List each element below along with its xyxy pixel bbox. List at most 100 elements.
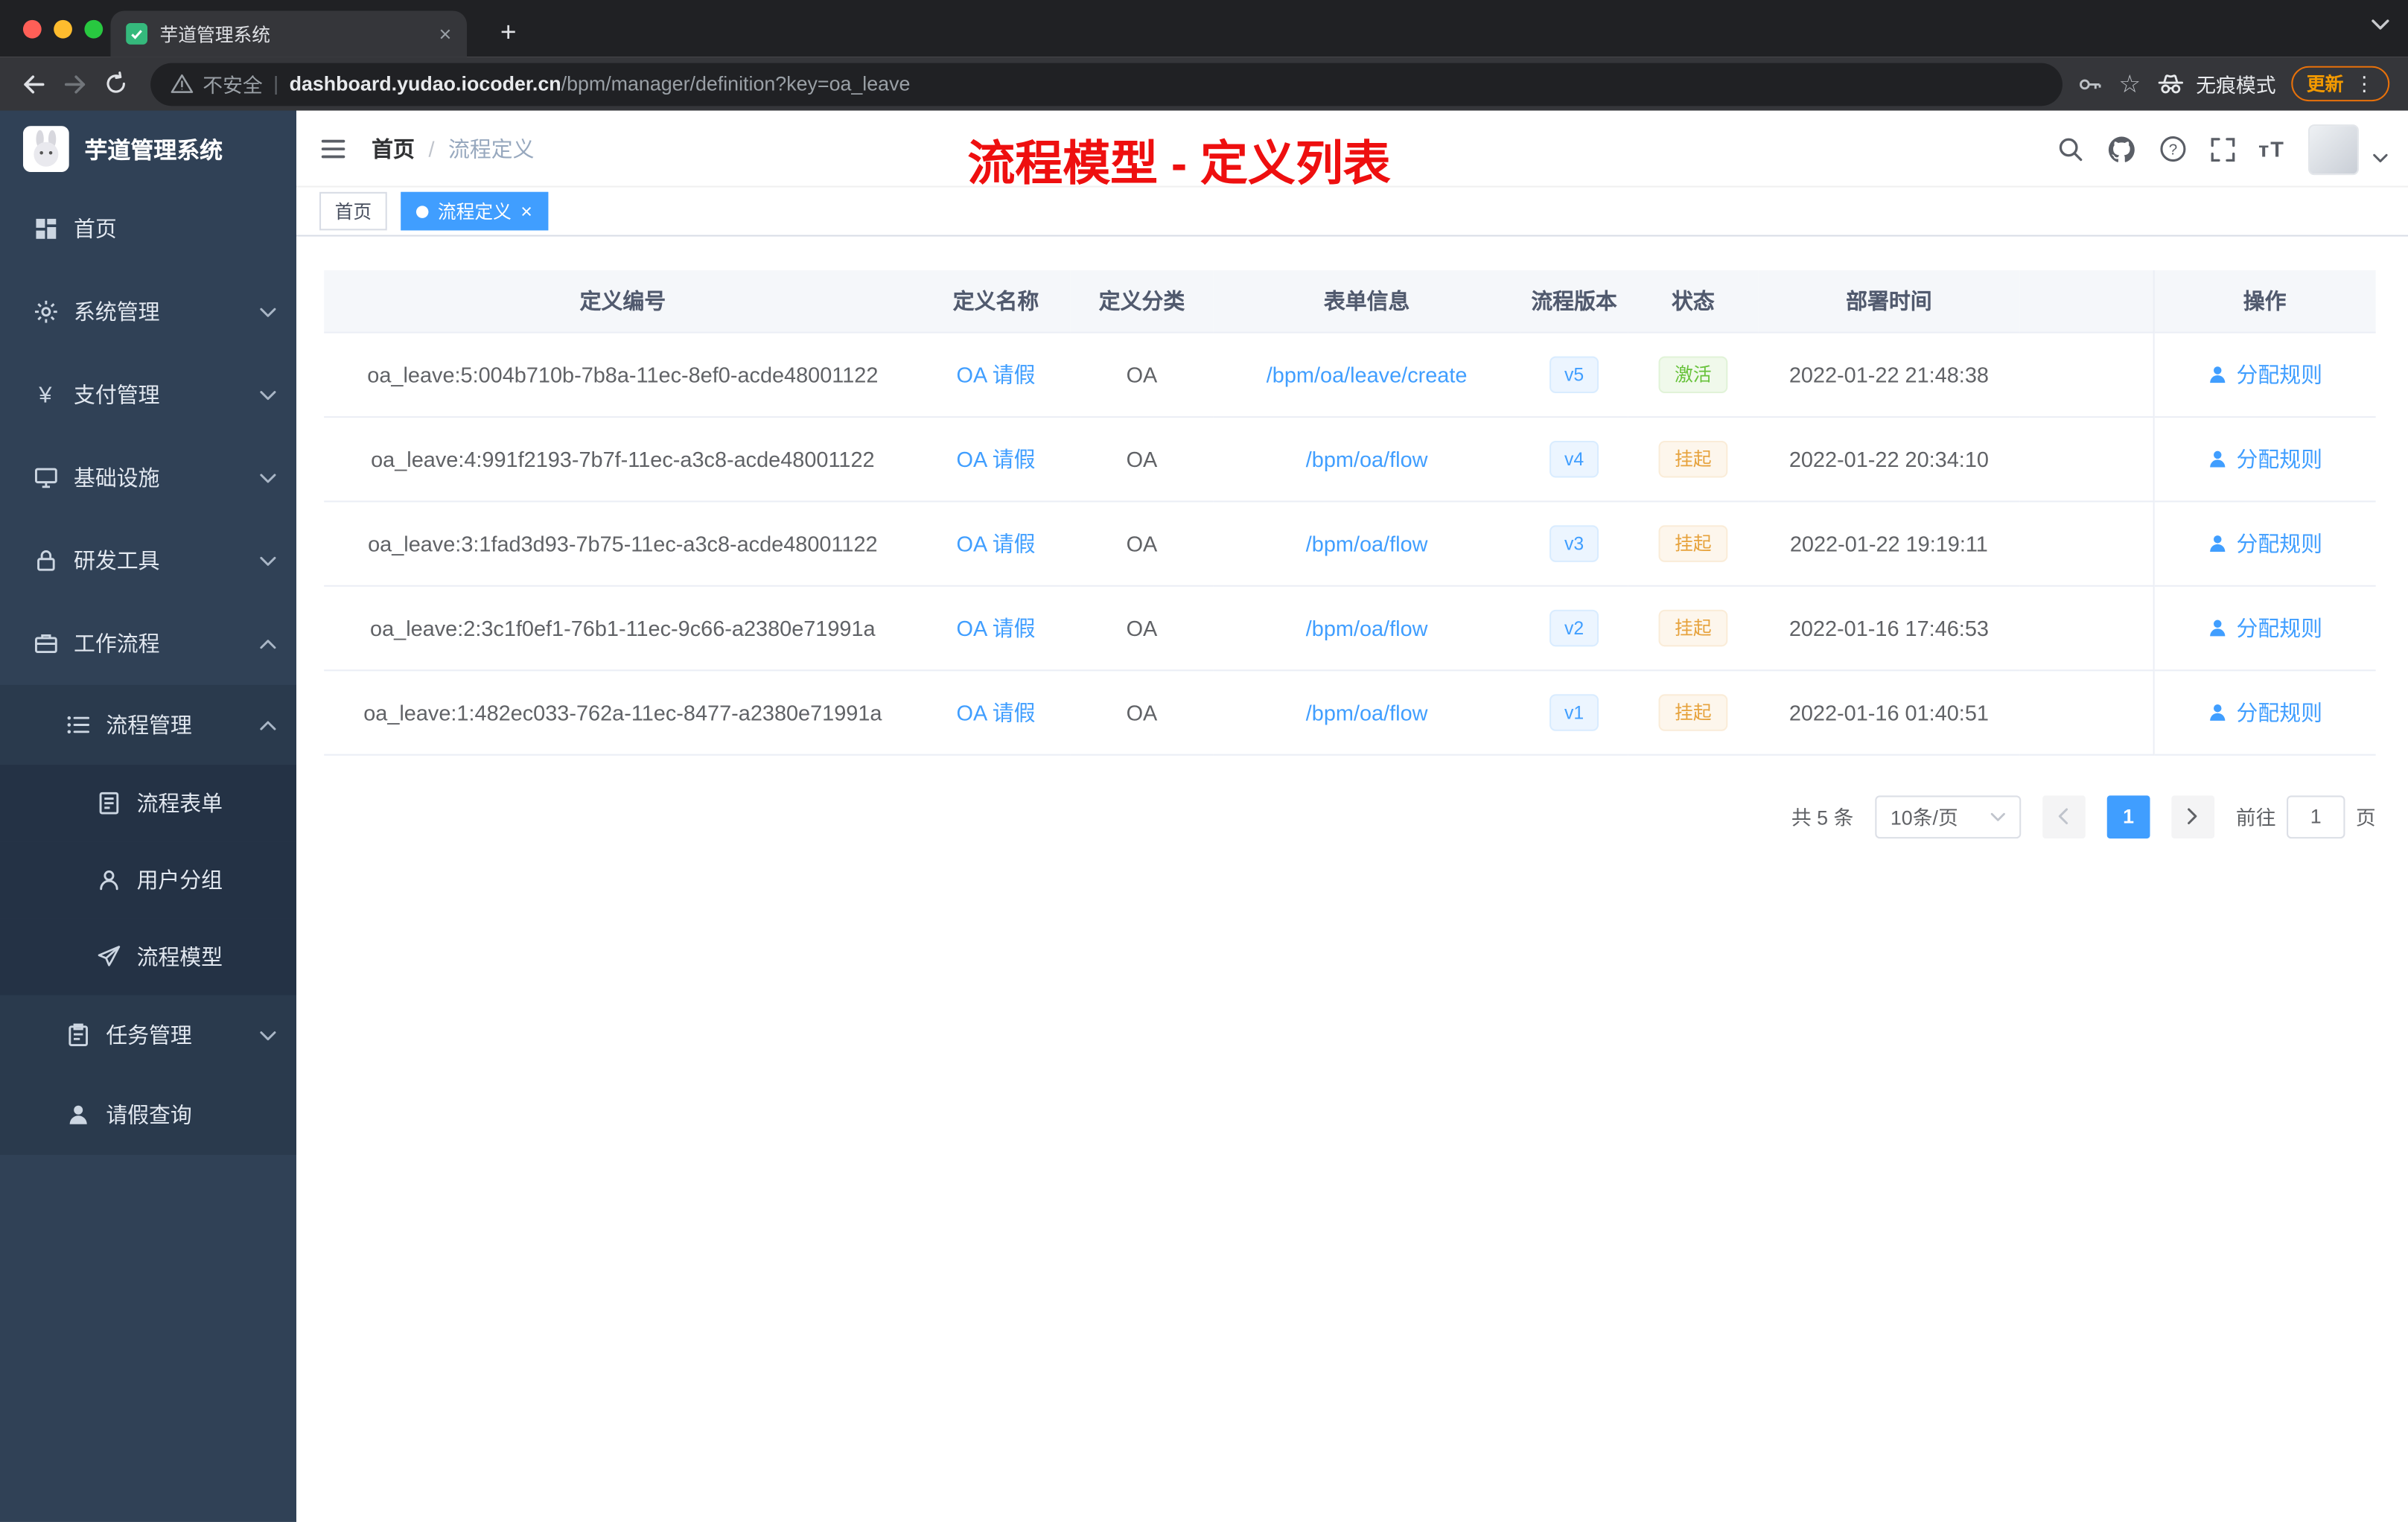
back-icon[interactable] (13, 63, 54, 105)
table-row: oa_leave:5:004b710b-7b8a-11ec-8ef0-acde4… (324, 331, 2376, 417)
search-icon[interactable] (2056, 136, 2083, 163)
assign-rule-button[interactable]: 分配规则 (2207, 527, 2322, 558)
column-header: 定义分类 (1070, 270, 1214, 333)
status-badge: 挂起 (1659, 693, 1727, 730)
security-warning[interactable]: 不安全 (171, 69, 263, 98)
form-link[interactable]: /bpm/oa/leave/create (1267, 362, 1468, 386)
definition-category: OA (1126, 361, 1158, 386)
sidebar-item-workflow[interactable]: 工作流程 (0, 602, 296, 685)
incognito-icon (2158, 74, 2183, 94)
form-link[interactable]: /bpm/oa/flow (1306, 615, 1428, 640)
status-badge: 挂起 (1659, 439, 1727, 477)
update-chip[interactable]: 更新 ⋮ (2291, 66, 2390, 102)
table-row: oa_leave:4:991f2193-7b7f-11ec-a3c8-acde4… (324, 415, 2376, 502)
close-window-button[interactable] (22, 19, 42, 38)
active-tag-dot (415, 205, 429, 217)
minimize-window-button[interactable] (54, 19, 72, 38)
definition-name-link[interactable]: OA 请假 (957, 615, 1036, 640)
assign-rule-button[interactable]: 分配规则 (2207, 359, 2322, 389)
table-row: oa_leave:2:3c1f0ef1-76b1-11ec-9c66-a2380… (324, 585, 2376, 671)
url-divider: | (273, 71, 279, 95)
dashboard-icon (32, 217, 58, 241)
reload-icon[interactable] (95, 63, 137, 105)
current-page-button[interactable]: 1 (2106, 795, 2150, 838)
goto-page-input[interactable] (2287, 795, 2345, 838)
definition-id: oa_leave:1:482ec033-762a-11ec-8477-a2380… (363, 699, 882, 725)
security-label: 不安全 (203, 74, 263, 97)
browser-window: 芋道管理系统 × + 不安全 | dashboard.yudao.iocoder… (0, 0, 2408, 1522)
chevron-right-icon (2188, 808, 2198, 824)
sidebar-item-user-group[interactable]: 用户分组 (0, 841, 297, 919)
assign-rule-button[interactable]: 分配规则 (2207, 612, 2322, 643)
logo-row[interactable]: 芋道管理系统 (0, 111, 296, 188)
user-icon (65, 1103, 91, 1127)
definition-name-link[interactable]: OA 请假 (957, 362, 1036, 386)
sidebar-item-payment[interactable]: ¥ 支付管理 (0, 353, 296, 436)
row-spacer (2019, 585, 2153, 671)
chevron-down-icon (260, 472, 277, 483)
avatar[interactable] (2307, 124, 2359, 175)
github-icon[interactable] (2106, 134, 2135, 163)
svg-text:?: ? (2168, 141, 2176, 158)
maximize-window-button[interactable] (84, 19, 103, 38)
form-link[interactable]: /bpm/oa/flow (1306, 531, 1428, 555)
sidebar-item-label: 任务管理 (106, 1022, 192, 1048)
sidebar-item-process-model[interactable]: 流程模型 (0, 918, 297, 996)
deploy-time: 2022-01-22 19:19:11 (1789, 530, 1988, 555)
tag-label: 流程定义 (437, 201, 512, 223)
update-label: 更新 (2306, 74, 2344, 95)
address-bar[interactable]: 不安全 | dashboard.yudao.iocoder.cn/bpm/man… (150, 62, 2063, 106)
sidebar-item-leave-query[interactable]: 请假查询 (0, 1074, 297, 1155)
browser-menu-icon[interactable]: ⋮ (2354, 71, 2374, 96)
tag-home[interactable]: 首页 (319, 191, 387, 231)
version-tag: v2 (1549, 608, 1599, 646)
breadcrumb-separator: / (428, 136, 435, 161)
chevron-up-icon (260, 719, 277, 730)
form-link[interactable]: /bpm/oa/flow (1306, 699, 1428, 724)
column-header: 定义编号 (324, 270, 922, 333)
help-icon[interactable]: ? (2159, 136, 2186, 163)
password-key-icon[interactable] (2076, 70, 2103, 98)
goto-label: 前往 (2235, 806, 2276, 830)
fullscreen-icon[interactable] (2209, 136, 2235, 162)
page-size-select[interactable]: 10条/页 (1875, 795, 2022, 838)
sidebar-item-system[interactable]: 系统管理 (0, 270, 296, 353)
sidebar-item-devtools[interactable]: 研发工具 (0, 519, 296, 602)
form-link[interactable]: /bpm/oa/flow (1306, 446, 1428, 471)
breadcrumb-home[interactable]: 首页 (372, 133, 415, 163)
prev-page-button[interactable] (2042, 795, 2086, 838)
tab-close-icon[interactable]: × (439, 23, 451, 45)
tab-title: 芋道管理系统 (159, 23, 271, 45)
assign-rule-button[interactable]: 分配规则 (2207, 443, 2322, 474)
sidebar-toggle-icon[interactable] (319, 134, 347, 162)
sidebar-item-task-management[interactable]: 任务管理 (0, 995, 297, 1075)
definition-name-link[interactable]: OA 请假 (957, 446, 1036, 471)
chevron-down-icon (260, 555, 277, 566)
pagination: 共 5 条 10条/页 1 前往 页 (324, 795, 2376, 838)
sidebar-item-process-management[interactable]: 流程管理 (0, 684, 297, 765)
bookmark-star-icon[interactable]: ☆ (2118, 69, 2141, 99)
main-panel: 首页 / 流程定义 流程模型 - 定义列表 ? тT 首页 流程定义 × 定义编… (296, 110, 2408, 1522)
font-size-icon[interactable]: тT (2258, 137, 2285, 162)
tag-close-icon[interactable]: × (520, 201, 532, 221)
sidebar-item-label: 用户分组 (136, 867, 223, 893)
logo-avatar (22, 126, 69, 172)
sidebar-item-process-form[interactable]: 流程表单 (0, 765, 297, 842)
tag-process-definition[interactable]: 流程定义 × (401, 191, 548, 231)
browser-tab[interactable]: 芋道管理系统 × (110, 10, 467, 57)
avatar-caret-icon[interactable] (2373, 153, 2389, 163)
clipboard-icon (65, 1023, 91, 1048)
sidebar-item-label: 流程表单 (136, 791, 223, 816)
lock-icon (32, 548, 58, 573)
gear-icon (32, 299, 58, 324)
tab-search-chevron-icon[interactable] (2372, 19, 2390, 31)
forward-icon[interactable] (54, 63, 95, 105)
assign-rule-button[interactable]: 分配规则 (2207, 696, 2322, 727)
status-badge: 挂起 (1659, 524, 1727, 561)
new-tab-button[interactable]: + (488, 13, 529, 53)
sidebar-item-home[interactable]: 首页 (0, 188, 296, 270)
definition-name-link[interactable]: OA 请假 (957, 531, 1036, 555)
definition-name-link[interactable]: OA 请假 (957, 699, 1036, 724)
next-page-button[interactable] (2171, 795, 2215, 838)
sidebar-item-infrastructure[interactable]: 基础设施 (0, 436, 296, 519)
